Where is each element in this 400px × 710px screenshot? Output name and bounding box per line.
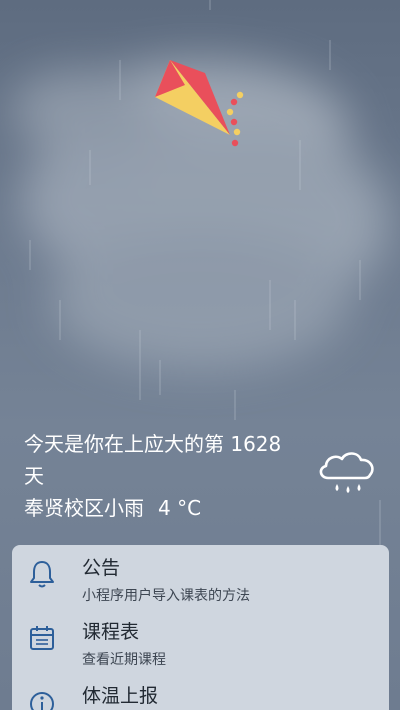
menu-item-subtitle: 查看近期课程 [82,652,166,668]
menu-item-subtitle: 小程序用户导入课表的方法 [82,588,250,604]
greeting-days: 1628 [230,432,282,456]
menu-item-announcement[interactable]: 公告 小程序用户导入课表的方法 [12,545,389,607]
calendar-icon [30,626,54,650]
weather-condition: 奉贤校区小雨 [24,496,144,520]
greeting-prefix: 今天是你在上应大的第 [24,432,224,456]
menu-item-schedule[interactable]: 课程表 查看近期课程 [12,609,389,671]
menu-item-title: 课程表 [82,621,140,643]
feature-card: 公告 小程序用户导入课表的方法 课程表 查看近期课程 体温上报 [12,545,389,710]
menu-item-title: 公告 [82,557,121,579]
kite-illustration [155,60,244,147]
weather-temperature: 4 °C [158,496,202,520]
bell-icon [30,561,54,588]
menu-item-temperature-report[interactable]: 体温上报 [12,673,389,710]
weather-summary: 奉贤校区小雨 4 °C [24,492,201,524]
greeting-suffix: 天 [24,464,44,488]
cloud-rain-icon [319,452,374,493]
info-icon [30,692,54,710]
days-greeting: 今天是你在上应大的第 1628 天 [24,428,324,492]
menu-item-title: 体温上报 [82,685,159,707]
